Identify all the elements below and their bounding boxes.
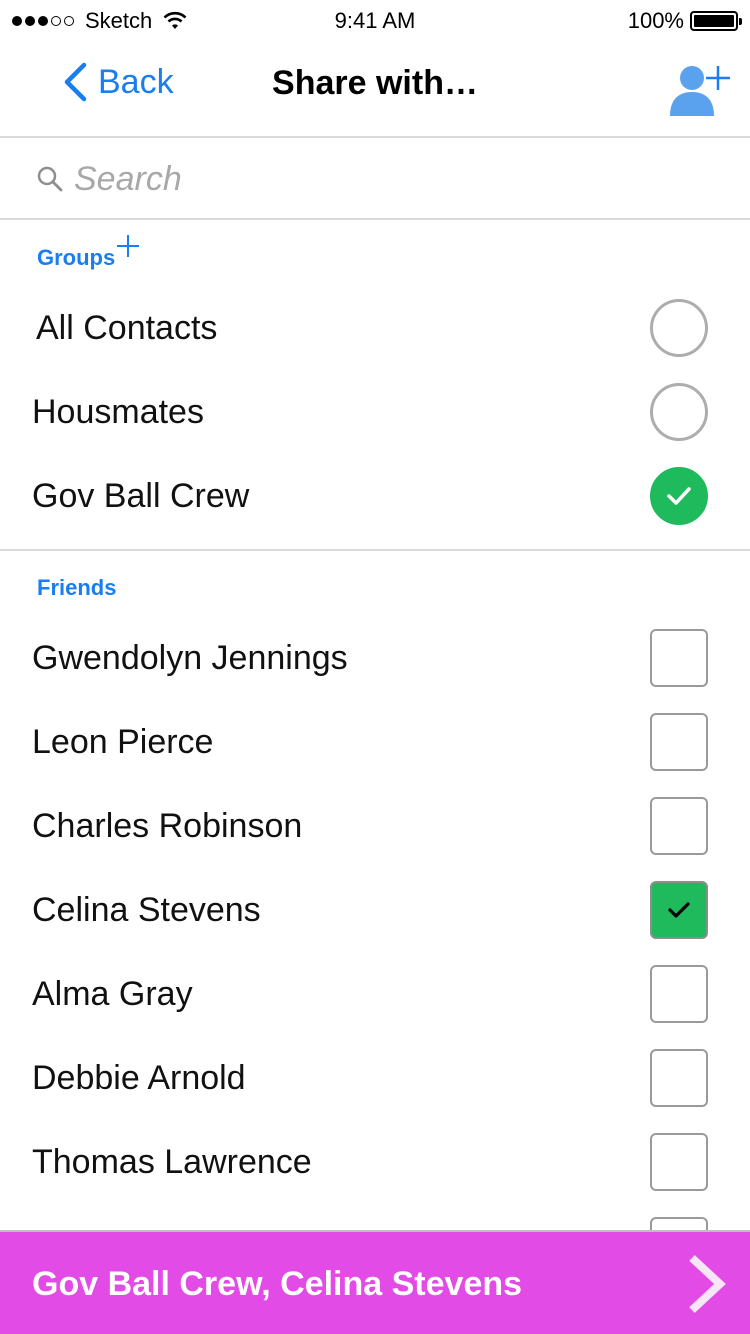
search-icon: [37, 166, 63, 192]
friend-label: Thomas Lawrence: [32, 1143, 312, 1181]
friend-label: Celina Stevens: [32, 891, 261, 929]
friend-row-partial[interactable]: [0, 1204, 750, 1230]
selection-summary: Gov Ball Crew, Celina Stevens: [32, 1265, 523, 1303]
groups-header-label: Groups: [37, 245, 116, 270]
group-row-all-contacts[interactable]: All Contacts: [0, 286, 750, 370]
friend-row[interactable]: Charles Robinson: [0, 784, 750, 868]
chevron-right-icon[interactable]: [684, 1254, 728, 1314]
groups-section-header: Groups: [37, 235, 140, 271]
group-label: Gov Ball Crew: [32, 477, 250, 515]
section-divider: [0, 549, 750, 551]
friend-row[interactable]: Gwendolyn Jennings: [0, 616, 750, 700]
friends-header-label: Friends: [37, 575, 117, 600]
friend-row[interactable]: Alma Gray: [0, 952, 750, 1036]
friend-checkbox[interactable]: [650, 965, 708, 1023]
group-radio-checked[interactable]: [650, 467, 708, 525]
friend-checkbox[interactable]: [650, 1133, 708, 1191]
friend-checkbox[interactable]: [650, 1049, 708, 1107]
page-title: Share with…: [272, 64, 478, 102]
friends-section-header: Friends: [37, 575, 116, 601]
friend-label: Alma Gray: [32, 975, 193, 1013]
friend-checkbox[interactable]: [650, 713, 708, 771]
friend-checkbox-checked[interactable]: [650, 881, 708, 939]
friend-checkbox[interactable]: [650, 797, 708, 855]
search-input[interactable]: [74, 159, 674, 199]
friend-row[interactable]: Thomas Lawrence: [0, 1120, 750, 1204]
group-label: Housmates: [32, 393, 204, 431]
navigation-bar: Back Share with…: [0, 40, 750, 138]
checkmark-icon: [668, 902, 690, 918]
group-label: All Contacts: [36, 309, 218, 347]
friend-row[interactable]: Celina Stevens: [0, 868, 750, 952]
group-radio[interactable]: [650, 383, 708, 441]
friend-row[interactable]: Debbie Arnold: [0, 1036, 750, 1120]
share-selection-bar[interactable]: Gov Ball Crew, Celina Stevens: [0, 1230, 750, 1334]
status-bar: Sketch 9:41 AM 100%: [0, 0, 750, 40]
plus-icon[interactable]: [117, 233, 140, 259]
friend-label: Charles Robinson: [32, 807, 303, 845]
friend-checkbox[interactable]: [650, 1217, 708, 1230]
battery-percent: 100%: [627, 8, 684, 33]
friend-label: Leon Pierce: [32, 723, 214, 761]
friend-label: Debbie Arnold: [32, 1059, 246, 1097]
friend-row[interactable]: Leon Pierce: [0, 700, 750, 784]
add-contact-button[interactable]: [668, 62, 732, 118]
group-row-gov-ball-crew[interactable]: Gov Ball Crew: [0, 454, 750, 538]
friend-checkbox[interactable]: [650, 629, 708, 687]
group-row-housmates[interactable]: Housmates: [0, 370, 750, 454]
battery-icon: [690, 11, 742, 31]
friend-label: Gwendolyn Jennings: [32, 639, 348, 677]
search-bar: [0, 140, 750, 220]
add-contact-icon: [670, 66, 730, 116]
status-right: 100%: [627, 8, 742, 34]
checkmark-icon: [667, 487, 691, 505]
group-radio[interactable]: [650, 299, 708, 357]
